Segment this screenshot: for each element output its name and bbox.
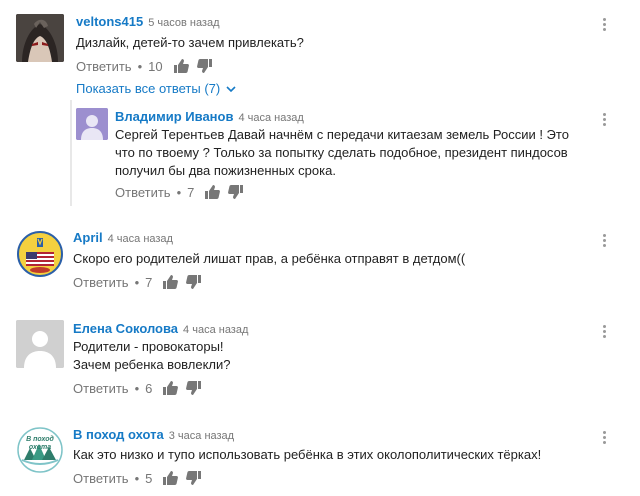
comment-text: Как это низко и тупо использовать ребёнк… <box>73 447 542 462</box>
comment-author[interactable]: veltons415 <box>76 14 143 29</box>
separator-dot: • <box>176 184 182 200</box>
thumb-up-icon[interactable] <box>162 274 179 290</box>
show-all-replies-button[interactable]: Показать все ответы (7) <box>76 81 236 96</box>
reply-button[interactable]: Ответить <box>73 381 129 396</box>
comment-text: Родители - провокаторы! Зачем ребенка во… <box>73 339 231 372</box>
comment-time[interactable]: 4 часа назад <box>183 324 248 336</box>
thumb-down-icon[interactable] <box>228 184 244 200</box>
comment-actions: Ответить • 6 <box>73 380 210 396</box>
reply-button[interactable]: Ответить <box>73 275 129 290</box>
avatar[interactable]: В поход охота <box>16 426 64 474</box>
thumb-up-icon[interactable] <box>162 470 179 486</box>
comment-header: April 4 часа назад <box>73 230 173 245</box>
separator-dot: • <box>134 470 140 486</box>
reply-button[interactable]: Ответить <box>115 185 171 200</box>
separator-dot: • <box>137 58 143 74</box>
comment-header: Владимир Иванов 4 часа назад <box>115 109 304 124</box>
thumb-up-icon[interactable] <box>162 380 179 396</box>
reply-button[interactable]: Ответить <box>76 59 132 74</box>
separator-dot: • <box>134 380 140 396</box>
like-count: 10 <box>148 58 163 74</box>
comment-actions: Ответить • 7 <box>115 184 252 200</box>
like-count: 7 <box>145 274 153 290</box>
comment-text: Скоро его родителей лишат прав, а ребёнк… <box>73 251 466 266</box>
comment-header: В поход охота 3 часа назад <box>73 427 234 442</box>
more-vert-icon[interactable] <box>601 234 607 250</box>
avatar[interactable] <box>16 230 64 278</box>
avatar[interactable] <box>16 320 64 368</box>
thumb-down-icon[interactable] <box>186 380 202 396</box>
more-vert-icon[interactable] <box>601 431 607 447</box>
comment-time[interactable]: 4 часа назад <box>238 112 303 124</box>
thumb-up-icon[interactable] <box>204 184 221 200</box>
more-vert-icon[interactable] <box>601 113 607 129</box>
like-count: 7 <box>187 184 195 200</box>
comment-time[interactable]: 3 часа назад <box>169 430 234 442</box>
comment-author[interactable]: April <box>73 230 103 245</box>
more-vert-icon[interactable] <box>601 18 607 34</box>
comment-time[interactable]: 4 часа назад <box>108 233 173 245</box>
comment-text: Сергей Терентьев Давай начнём с передачи… <box>115 127 569 178</box>
thumb-down-icon[interactable] <box>186 470 202 486</box>
thumb-up-icon[interactable] <box>173 58 189 74</box>
thumb-down-icon[interactable] <box>186 274 202 290</box>
like-count: 5 <box>145 470 153 486</box>
comment-actions: Ответить • 10 <box>76 58 221 74</box>
comment-actions: Ответить • 5 <box>73 470 210 486</box>
reply-button[interactable]: Ответить <box>73 471 129 486</box>
comment-header: Елена Соколова 4 часа назад <box>73 321 248 336</box>
like-count: 6 <box>145 380 153 396</box>
comment-author[interactable]: Елена Соколова <box>73 321 178 336</box>
show-replies-label: Показать все ответы (7) <box>76 81 221 96</box>
thumb-down-icon[interactable] <box>196 58 213 74</box>
avatar-logo-text: В поход охота <box>26 436 54 451</box>
avatar[interactable] <box>76 108 108 140</box>
more-vert-icon[interactable] <box>601 325 607 341</box>
comment-text: Дизлайк, детей-то зачем привлекать? <box>76 35 304 50</box>
comment-time[interactable]: 5 часов назад <box>148 17 219 29</box>
avatar[interactable] <box>16 14 64 62</box>
chevron-down-icon <box>226 85 236 92</box>
comment-author[interactable]: Владимир Иванов <box>115 109 233 124</box>
comment-author[interactable]: В поход охота <box>73 427 164 442</box>
reply-thread-line <box>70 100 72 206</box>
comment-actions: Ответить • 7 <box>73 274 210 290</box>
separator-dot: • <box>134 274 140 290</box>
comment-header: veltons415 5 часов назад <box>76 14 220 29</box>
